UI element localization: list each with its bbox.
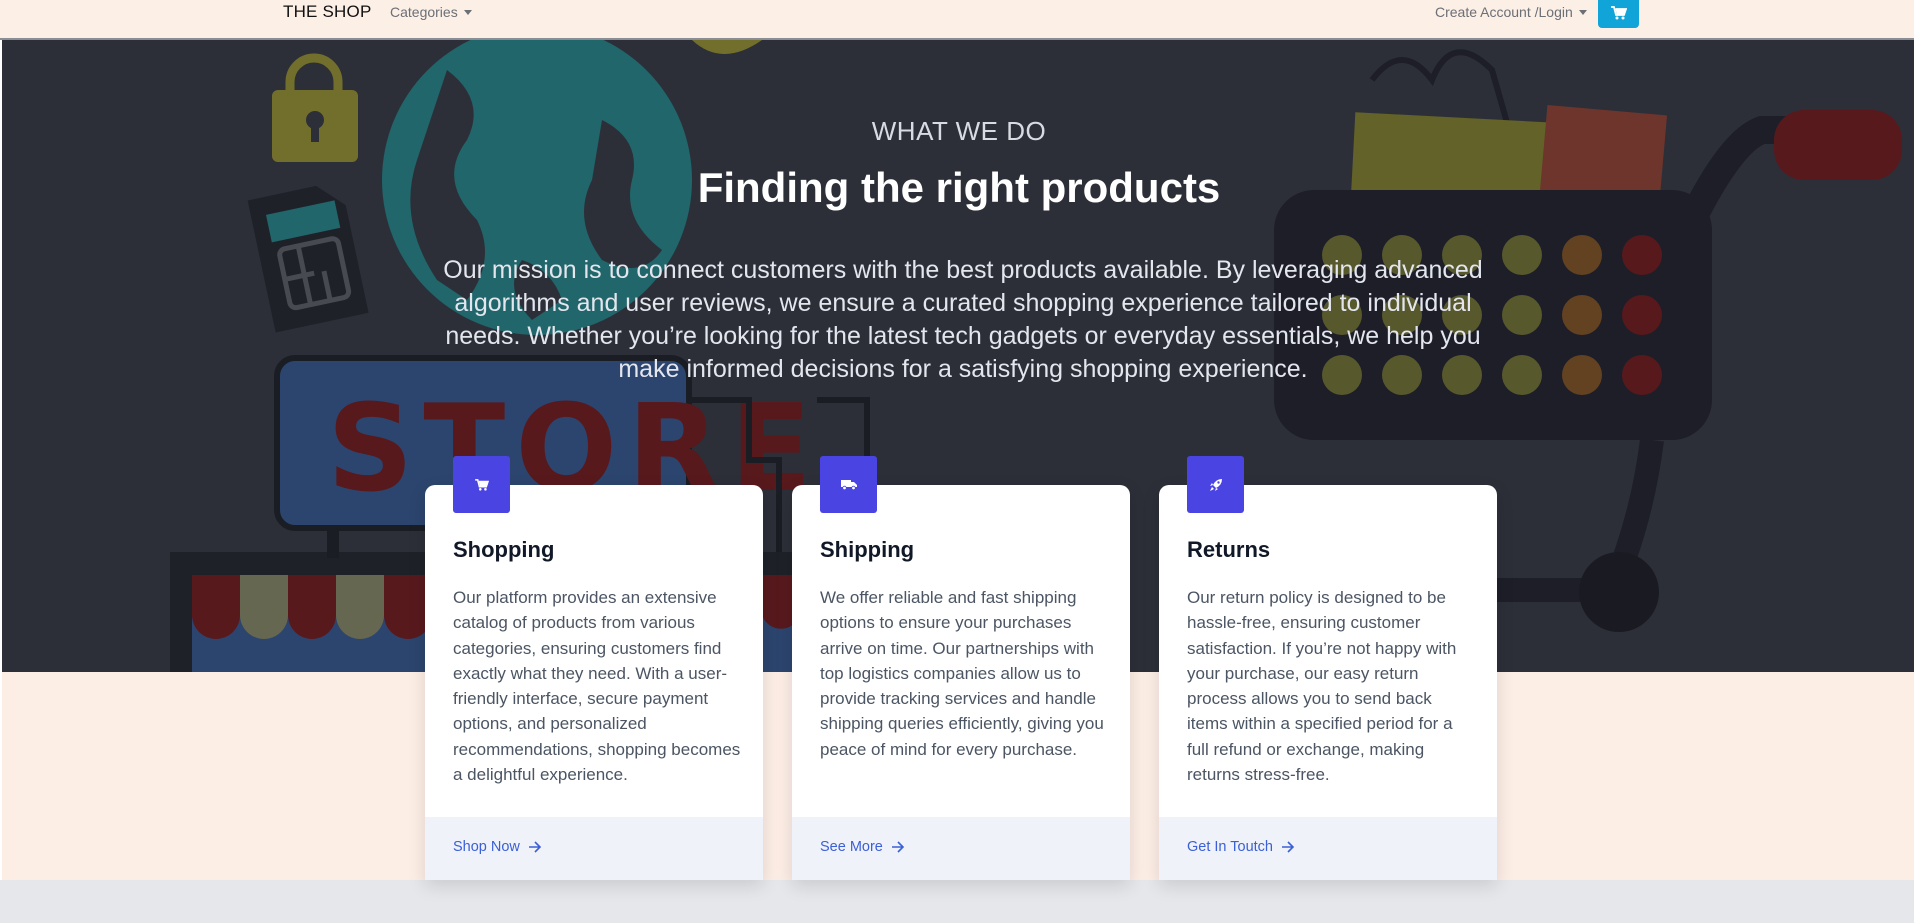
section-headline: Finding the right products [697, 164, 1221, 211]
card-footer: See More [792, 817, 1130, 880]
shop-now-link[interactable]: Shop Now [453, 839, 542, 855]
arrow-right-icon [891, 841, 905, 853]
feature-card-returns: Returns Our return policy is designed to… [1159, 456, 1497, 880]
link-label: Get In Toutch [1187, 839, 1273, 855]
account-label: Create Account /Login [1435, 4, 1573, 20]
feature-card-shipping: Shipping We offer reliable and fast ship… [792, 456, 1130, 880]
card-icon-badge [453, 456, 510, 513]
top-navbar: THE SHOP Categories Create Account /Logi… [0, 0, 1914, 40]
card-text: We offer reliable and fast shipping opti… [820, 588, 1104, 759]
link-label: Shop Now [453, 839, 520, 855]
categories-dropdown[interactable]: Categories [390, 4, 472, 20]
card-title: Returns [1187, 537, 1271, 562]
card-title: Shipping [820, 537, 915, 562]
get-in-touch-link[interactable]: Get In Toutch [1187, 839, 1295, 855]
arrow-right-icon [1281, 841, 1295, 853]
card-footer: Get In Toutch [1159, 817, 1497, 880]
chevron-down-icon [1578, 9, 1587, 15]
cart-icon [474, 478, 489, 491]
rocket-icon [1209, 478, 1222, 491]
card-title: Shopping [453, 537, 555, 562]
arrow-right-icon [528, 841, 542, 853]
card-text: Our return policy is designed to be hass… [1187, 588, 1457, 785]
cart-icon [1610, 6, 1627, 20]
feature-card-shopping: Shopping Our platform provides an extens… [425, 456, 763, 880]
account-dropdown[interactable]: Create Account /Login [1435, 4, 1587, 20]
link-label: See More [820, 839, 883, 855]
cart-button[interactable] [1598, 0, 1639, 28]
card-icon-badge [1187, 456, 1244, 513]
chevron-down-icon [463, 9, 472, 15]
card-icon-badge [820, 456, 877, 513]
card-footer: Shop Now [425, 817, 763, 880]
mission-statement: Our mission is to connect customers with… [443, 256, 1483, 383]
card-text: Our platform provides an extensive catal… [453, 588, 741, 785]
categories-label: Categories [390, 4, 458, 20]
see-more-link[interactable]: See More [820, 839, 905, 855]
brand-logo[interactable]: THE SHOP [283, 2, 372, 22]
section-eyebrow: WHAT WE DO [871, 116, 1047, 146]
truck-icon [840, 480, 857, 490]
